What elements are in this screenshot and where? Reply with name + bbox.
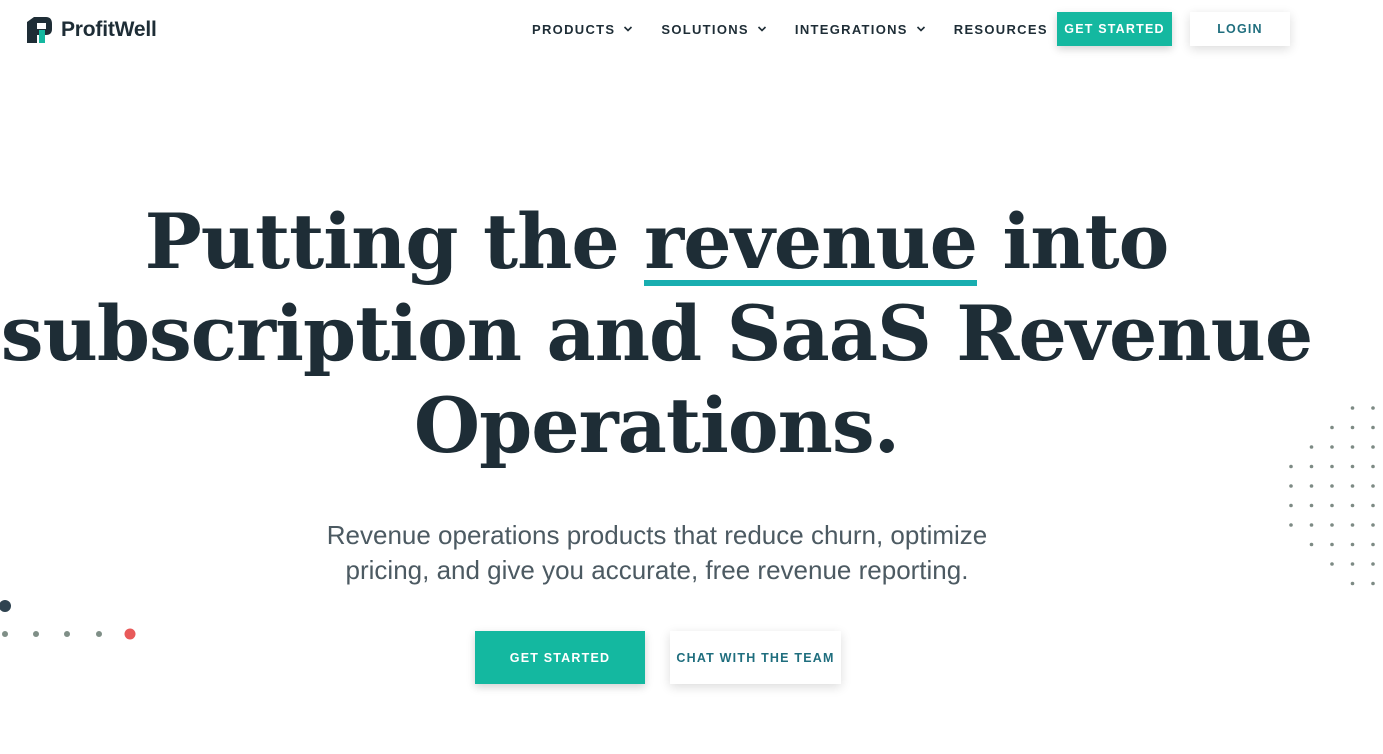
dot: [1371, 445, 1375, 449]
nav-integrations-label: INTEGRATIONS: [794, 21, 908, 37]
dot: [1330, 542, 1334, 547]
nav-products[interactable]: PRODUCTS: [532, 22, 633, 37]
decorative-dots-left: [0, 600, 136, 640]
dot: [1289, 523, 1293, 527]
dot: [1309, 464, 1314, 469]
profitwell-logo-icon: [27, 17, 52, 43]
dot: [1309, 523, 1314, 527]
dot: [1330, 484, 1334, 488]
dot: [2, 631, 8, 637]
dot: [1309, 542, 1314, 547]
chat-with-team-button[interactable]: CHAT WITH THE TEAM: [670, 631, 841, 684]
nav-resources[interactable]: RESOURCES: [954, 22, 1066, 37]
dot: [64, 631, 70, 637]
chevron-down-icon: [916, 26, 925, 32]
dot: [1371, 425, 1375, 430]
dot: [1330, 562, 1334, 566]
nav-products-label: PRODUCTS: [532, 21, 616, 37]
dot: [1350, 542, 1355, 547]
dot: [1289, 484, 1293, 488]
dot: [1350, 406, 1355, 410]
dot: [1371, 581, 1375, 586]
nav-integrations[interactable]: INTEGRATIONS: [795, 22, 926, 37]
dot: [1309, 445, 1314, 449]
brand-name: ProfitWell: [61, 18, 157, 41]
dot: [1330, 445, 1334, 449]
hero-subtitle: Revenue operations products that reduce …: [326, 520, 988, 585]
nav-solutions[interactable]: SOLUTIONS: [661, 22, 767, 37]
nav-solutions-label: SOLUTIONS: [661, 21, 749, 37]
dot-red: [124, 628, 136, 640]
hero-headline: Putting the revenue into subscription an…: [0, 196, 1313, 472]
dot: [1309, 484, 1314, 488]
dot: [1371, 406, 1375, 410]
dot: [1350, 425, 1355, 430]
dot: [1330, 523, 1334, 527]
main-nav: PRODUCTS SOLUTIONS INTEGRATIONS RESOURCE…: [532, 0, 1094, 58]
dot: [1350, 503, 1355, 508]
login-button[interactable]: LOGIN: [1190, 12, 1290, 46]
dot: [0, 600, 11, 612]
dot: [1330, 464, 1334, 469]
dot: [1371, 503, 1375, 508]
dot: [1371, 464, 1375, 469]
dot: [1350, 581, 1355, 586]
dot: [1350, 484, 1355, 488]
hero-get-started-button[interactable]: GET STARTED: [475, 631, 645, 684]
dot: [1289, 464, 1293, 469]
nav-resources-label: RESOURCES: [953, 21, 1048, 37]
header-get-started-button[interactable]: GET STARTED: [1057, 12, 1172, 46]
dot: [1371, 542, 1375, 547]
dot: [33, 631, 39, 637]
chevron-down-icon: [757, 26, 766, 32]
chevron-down-icon: [624, 26, 633, 32]
dot: [1330, 503, 1334, 508]
dot: [96, 631, 102, 637]
profitwell-logo[interactable]: ProfitWell: [25, 16, 157, 44]
headline-highlight: revenue: [644, 197, 978, 286]
dot: [1350, 523, 1355, 527]
dot: [1350, 464, 1355, 469]
dot: [1371, 523, 1375, 527]
dot: [1330, 425, 1334, 430]
headline-text-1: Putting the: [144, 197, 645, 286]
dot: [1309, 503, 1314, 508]
decorative-dots-right: [1289, 406, 1375, 586]
dot: [1350, 445, 1355, 449]
dot: [1289, 503, 1293, 508]
dot: [1371, 562, 1375, 566]
dot: [1350, 562, 1355, 566]
dot: [1371, 484, 1375, 488]
